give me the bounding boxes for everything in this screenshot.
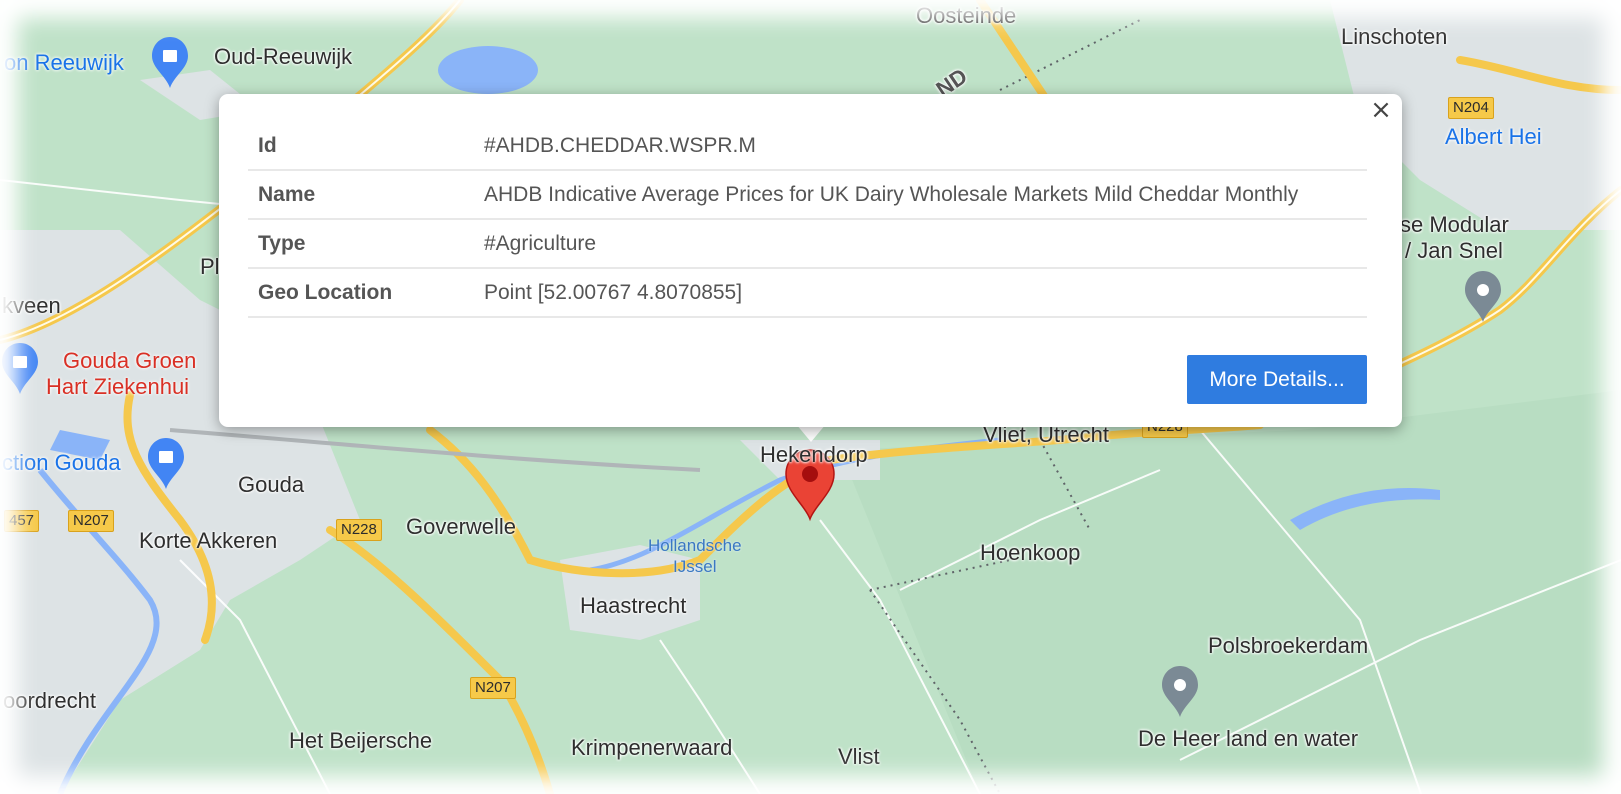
place-label: Oosteinde (916, 3, 1017, 28)
place-label: Krimpenerwaard (571, 735, 733, 760)
road-badge: 457 (4, 510, 40, 532)
place-label: oordrecht (3, 688, 96, 713)
row-key: Type (248, 219, 474, 269)
place-label: / Jan Snel (1405, 238, 1503, 263)
road-badge: N207 (470, 677, 516, 699)
close-icon[interactable]: × (1368, 97, 1394, 124)
place-label: Oud-Reeuwijk (214, 44, 353, 69)
place-label: Vlist (838, 744, 880, 769)
road-badge: N207 (68, 510, 114, 532)
place-label: Het Beijersche (289, 728, 433, 753)
table-row: Type #Agriculture (248, 219, 1367, 269)
poi-label[interactable]: Albert Hei (1445, 124, 1542, 150)
table-row: Id #AHDB.CHEDDAR.WSPR.M (248, 122, 1367, 171)
row-key: Geo Location (248, 268, 474, 318)
table-row: Geo Location Point [52.00767 4.8070855] (248, 268, 1367, 318)
row-value: Point [52.00767 4.8070855] (474, 268, 1367, 318)
poi-label[interactable]: ction Gouda (2, 450, 121, 476)
map-frame: Oosteinde Linschoten Oud-Reeuwijk on Ree… (0, 0, 1621, 794)
road-badge: N228 (336, 519, 382, 541)
place-label: De Heer land en water (1138, 726, 1359, 751)
poi-label[interactable]: Hart Ziekenhui (46, 374, 189, 400)
place-label: Hoenkoop (980, 540, 1081, 565)
info-table: Id #AHDB.CHEDDAR.WSPR.M Name AHDB Indica… (248, 122, 1367, 318)
row-value: #Agriculture (474, 219, 1367, 269)
poi-label[interactable]: on Reeuwijk (4, 50, 124, 76)
more-details-button[interactable]: More Details... (1187, 355, 1367, 404)
row-key: Name (248, 170, 474, 220)
place-label: Linschoten (1341, 24, 1448, 49)
info-popup: × Id #AHDB.CHEDDAR.WSPR.M Name AHDB Indi… (219, 94, 1402, 427)
place-label: se Modular (1400, 212, 1509, 237)
place-label: Korte Akkeren (139, 528, 278, 553)
table-row: Name AHDB Indicative Average Prices for … (248, 170, 1367, 220)
place-label: Hekendorp (760, 442, 868, 467)
water-label: Hollandsche IJssel (648, 536, 742, 576)
place-label: Goverwelle (406, 514, 517, 539)
poi-label[interactable]: Gouda Groen (63, 348, 196, 374)
place-label: Haastrecht (580, 593, 687, 618)
place-label: Polsbroekerdam (1208, 633, 1369, 658)
place-label: Gouda (238, 472, 305, 497)
row-value: #AHDB.CHEDDAR.WSPR.M (474, 122, 1367, 171)
row-key: Id (248, 122, 474, 171)
place-label: kveen (2, 293, 61, 318)
row-value: AHDB Indicative Average Prices for UK Da… (474, 170, 1367, 220)
road-badge: N204 (1448, 97, 1494, 119)
place-label: Pl (200, 254, 220, 279)
